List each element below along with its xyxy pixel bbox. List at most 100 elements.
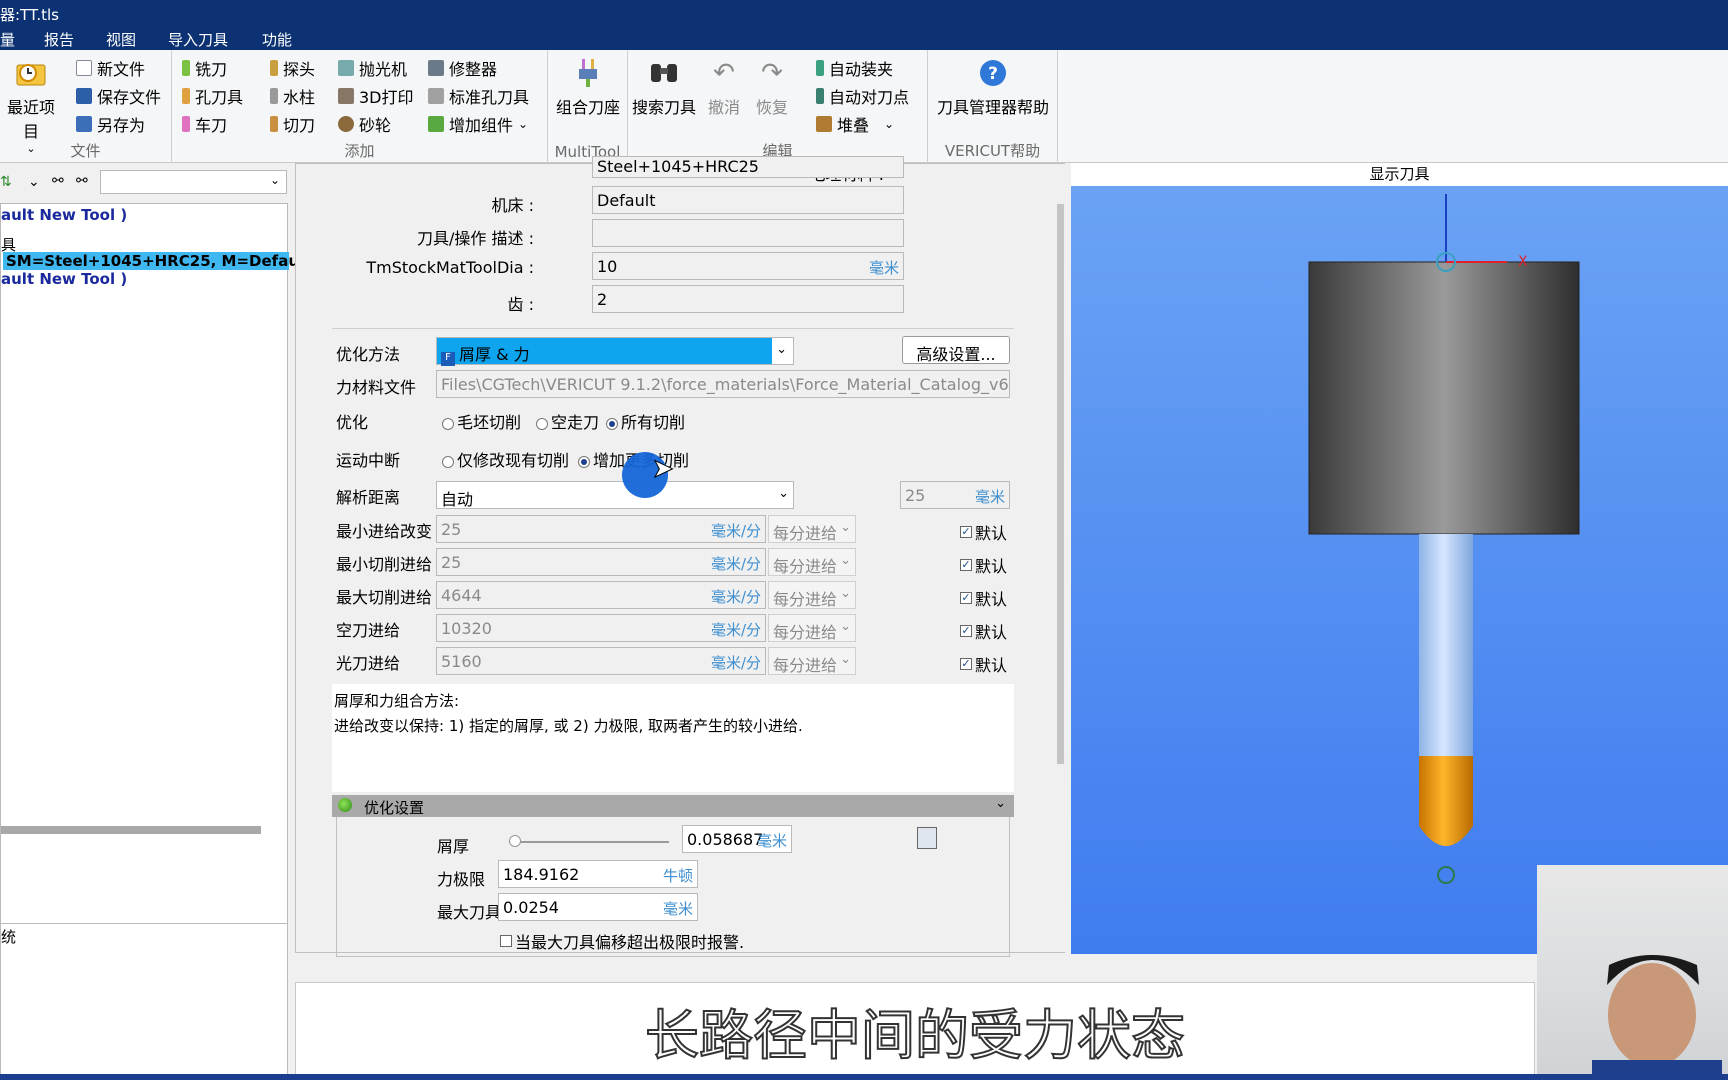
x-axis-label: X — [1518, 254, 1528, 270]
method-description: 屑厚和力组合方法: 进给改变以保持: 1) 指定的屑厚, 或 2) 力极限, 取… — [332, 684, 1014, 792]
dresser-button[interactable]: 修整器 — [428, 56, 497, 80]
force-limit-field[interactable]: 184.9162 牛顿 — [498, 860, 698, 888]
optimization-settings-header[interactable]: 优化设置 ⌄ — [332, 795, 1014, 817]
optimization-method-select[interactable]: F 屑厚 & 力 ⌄ — [436, 337, 794, 366]
resolution-select[interactable]: 自动 ⌄ — [436, 481, 794, 509]
diameter-label: TmStockMatToolDia : — [366, 258, 534, 277]
default-checkbox[interactable]: ✓ 默认 — [960, 619, 1007, 643]
undo-button[interactable]: ↶ 撤消 — [702, 56, 746, 118]
optimize-stock-radio[interactable]: 毛坯切削 — [442, 409, 521, 433]
sort-icon[interactable]: ⇅ — [0, 174, 12, 190]
combo-holder-button[interactable]: 组合刀座 — [548, 56, 628, 118]
default-checkbox[interactable]: ✓ 默认 — [960, 586, 1007, 610]
modify-existing-radio[interactable]: 仅修改现有切削 — [442, 447, 569, 471]
calculator-icon[interactable] — [917, 827, 937, 849]
tree-item[interactable]: ault New Tool ) — [1, 206, 127, 224]
standard-hole-tool-button[interactable]: 标准孔刀具 — [428, 84, 529, 108]
feed-value-field[interactable]: 4644 毫米/分 — [436, 581, 766, 609]
menu-measure[interactable]: 量 — [0, 29, 15, 50]
feed-mode-select[interactable]: 每分进给 ⌄ — [768, 515, 856, 543]
description-field[interactable] — [592, 219, 904, 247]
help-icon: ? — [976, 56, 1010, 90]
3d-print-button[interactable]: 3D打印 — [338, 84, 414, 108]
waterjet-button[interactable]: 水柱 — [270, 84, 315, 108]
horizontal-scrollbar[interactable] — [1, 826, 261, 834]
save-as-button[interactable]: 另存为 — [76, 112, 145, 136]
polisher-button[interactable]: 抛光机 — [338, 56, 407, 80]
menu-function[interactable]: 功能 — [262, 29, 292, 50]
resolution-distance-field[interactable]: 25 毫米 — [900, 481, 1010, 509]
feed-mode-select[interactable]: 每分进给 ⌄ — [768, 548, 856, 576]
tool-viewport[interactable]: X — [1071, 186, 1728, 954]
motion-break-label: 运动中断 — [336, 451, 401, 470]
tree-search-combo[interactable]: ⌄ — [100, 170, 287, 194]
tool-manager-help-button[interactable]: ? 刀具管理器帮助 — [928, 56, 1058, 118]
chevron-down-icon: ⌄ — [840, 520, 851, 535]
new-file-button[interactable]: 新文件 — [76, 56, 145, 80]
chevron-down-icon: ⌄ — [269, 173, 280, 187]
optimize-all-radio[interactable]: 所有切削 — [606, 409, 685, 433]
optimize-air-radio[interactable]: 空走刀 — [536, 409, 599, 433]
tree-item[interactable]: ault New Tool ) — [1, 270, 127, 288]
tree-item-selected[interactable]: SM=Steel+1045+HRC25, M=Default, T — [3, 252, 332, 270]
taskbar — [0, 1074, 1728, 1080]
machine-label: 机床 : — [491, 196, 534, 215]
hole-tool-button[interactable]: 孔刀具 — [182, 84, 243, 108]
advanced-settings-button[interactable]: 高级设置... — [902, 336, 1010, 364]
turn-tool-button[interactable]: 车刀 — [182, 112, 227, 136]
feed-value-field[interactable]: 25 毫米/分 — [436, 515, 766, 543]
default-checkbox[interactable]: ✓ 默认 — [960, 520, 1007, 544]
redo-button[interactable]: ↷ 恢复 — [750, 56, 794, 118]
unit-label: 毫米/分 — [710, 621, 761, 639]
teeth-field[interactable]: 2 — [592, 285, 904, 313]
slider-handle[interactable] — [509, 835, 521, 847]
add-component-button[interactable]: 增加组件 ⌄ — [428, 112, 528, 136]
save-file-button[interactable]: 保存文件 — [76, 84, 161, 108]
cutter-button[interactable]: 切刀 — [270, 112, 315, 136]
mill-button[interactable]: 铣刀 — [182, 56, 227, 80]
bottom-tree: 统 — [0, 923, 288, 1080]
menu-view[interactable]: 视图 — [106, 29, 136, 50]
force-file-field[interactable]: Files\CGTech\VERICUT 9.1.2\force_materia… — [436, 370, 1010, 398]
chip-thickness-slider[interactable] — [509, 835, 669, 847]
search-tools-button[interactable]: 搜索刀具 — [632, 56, 696, 118]
feed-value-field[interactable]: 5160 毫米/分 — [436, 647, 766, 675]
grinding-wheel-button[interactable]: 砂轮 — [338, 112, 391, 136]
machine-field[interactable]: Default — [592, 186, 904, 214]
chip-thickness-field[interactable]: 0.058687 毫米 — [682, 825, 792, 853]
tool-tip-marker — [1437, 866, 1455, 884]
dresser-icon — [428, 60, 444, 76]
auto-tool-point-button[interactable]: 自动对刀点 — [816, 84, 909, 108]
max-deflection-field[interactable]: 0.0254 毫米 — [498, 893, 698, 921]
deflection-warning-checkbox[interactable]: 当最大刀具偏移超出极限时报警. — [500, 929, 744, 953]
auto-clamp-button[interactable]: 自动装夹 — [816, 56, 893, 80]
stock-material-field[interactable]: Steel+1045+HRC25 — [592, 156, 904, 178]
binoculars-icon[interactable]: ⚯ — [52, 173, 64, 189]
vertical-scrollbar[interactable] — [1056, 164, 1065, 952]
subtitle-area: 长路径中间的受力状态 — [295, 982, 1535, 1076]
description-label: 刀具/操作 描述 : — [417, 229, 534, 248]
default-checkbox[interactable]: ✓ 默认 — [960, 553, 1007, 577]
feed-value-field[interactable]: 10320 毫米/分 — [436, 614, 766, 642]
menu-report[interactable]: 报告 — [44, 29, 74, 50]
turn-tool-icon — [182, 116, 190, 132]
probe-button[interactable]: 探头 — [270, 56, 315, 80]
binoculars-next-icon[interactable]: ⚯ — [76, 173, 88, 189]
feed-value-field[interactable]: 25 毫米/分 — [436, 548, 766, 576]
feed-mode-select[interactable]: 每分进给 ⌄ — [768, 647, 856, 675]
3d-print-icon — [338, 88, 354, 104]
probe-icon — [270, 60, 278, 76]
feed-mode-select[interactable]: 每分进给 ⌄ — [768, 581, 856, 609]
new-file-icon — [76, 60, 92, 76]
feed-mode-select[interactable]: 每分进给 ⌄ — [768, 614, 856, 642]
default-checkbox[interactable]: ✓ 默认 — [960, 652, 1007, 676]
force-limit-label: 力极限 — [437, 870, 486, 889]
bottom-tree-item[interactable]: 统 — [1, 926, 16, 947]
chevron-down-icon[interactable]: ⌄ — [28, 174, 40, 190]
unit-label: 毫米 — [662, 900, 693, 918]
stack-button[interactable]: 堆叠 ⌄ — [816, 112, 894, 136]
mill-icon — [182, 60, 190, 76]
diameter-field[interactable]: 10 毫米 — [592, 252, 904, 280]
method-description-title: 屑厚和力组合方法: — [334, 692, 460, 710]
menu-import-tools[interactable]: 导入刀具 — [168, 29, 228, 50]
